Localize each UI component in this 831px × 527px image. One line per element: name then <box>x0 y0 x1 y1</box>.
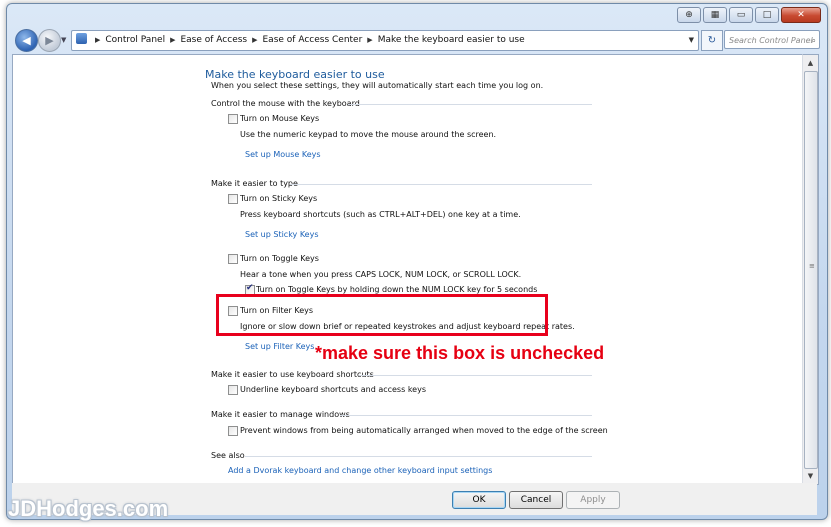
close-icon[interactable]: ✕ <box>781 7 821 23</box>
prevent-arrange-label[interactable]: Prevent windows from being automatically… <box>240 426 608 435</box>
set-up-filter-keys-link[interactable]: Set up Filter Keys <box>245 342 314 351</box>
section-heading-mouse: Control the mouse with the keyboard <box>211 99 360 108</box>
breadcrumb-chevron-icon: ▶ <box>170 36 176 44</box>
section-divider <box>340 415 592 416</box>
history-dropdown-icon[interactable]: ▼ <box>61 36 66 44</box>
breadcrumb-control-panel[interactable]: Control Panel <box>105 35 165 45</box>
maximize-icon[interactable]: □ <box>755 7 779 23</box>
navigation-bar: ◀ ▶ ▼ ▶ Control Panel ▶ Ease of Access ▶ Ease… <box>11 28 823 54</box>
help-icon[interactable]: ⊕ <box>677 7 701 23</box>
toggle-keys-hold-label[interactable]: Turn on Toggle Keys by holding down the … <box>256 285 537 294</box>
annotation-highlight-box <box>216 294 548 336</box>
underline-shortcuts-label[interactable]: Underline keyboard shortcuts and access … <box>240 385 426 394</box>
back-button[interactable]: ◀ <box>15 29 38 52</box>
underline-shortcuts-checkbox[interactable] <box>228 385 238 395</box>
ok-button[interactable]: OK <box>452 491 506 509</box>
search-placeholder: Search Control Panel <box>729 36 813 45</box>
sticky-keys-checkbox[interactable] <box>228 194 238 204</box>
section-divider <box>290 184 592 185</box>
section-heading-windows: Make it easier to manage windows <box>211 410 350 419</box>
address-dropdown-icon[interactable]: ▼ <box>689 31 694 50</box>
sticky-keys-description: Press keyboard shortcuts (such as CTRL+A… <box>240 210 521 219</box>
keyboard-icon[interactable]: ▦ <box>703 7 727 23</box>
page-title: Make the keyboard easier to use <box>205 68 385 81</box>
mouse-keys-checkbox[interactable] <box>228 114 238 124</box>
set-up-mouse-keys-link[interactable]: Set up Mouse Keys <box>245 150 321 159</box>
sticky-keys-label[interactable]: Turn on Sticky Keys <box>240 194 317 203</box>
mouse-keys-description: Use the numeric keypad to move the mouse… <box>240 130 497 139</box>
breadcrumb-current-page[interactable]: Make the keyboard easier to use <box>378 35 525 45</box>
breadcrumb-chevron-icon: ▶ <box>95 36 101 44</box>
toggle-keys-checkbox[interactable] <box>228 254 238 264</box>
section-heading-see-also: See also <box>211 451 245 460</box>
breadcrumb-chevron-icon: ▶ <box>367 36 373 44</box>
apply-button[interactable]: Apply <box>566 491 620 509</box>
breadcrumb-ease-of-access[interactable]: Ease of Access <box>180 35 247 45</box>
cancel-button[interactable]: Cancel <box>509 491 563 509</box>
section-divider <box>348 104 592 105</box>
grip-icon: ≡ <box>809 262 815 270</box>
section-divider <box>245 456 592 457</box>
search-icon[interactable]: ⌕ <box>812 31 816 50</box>
set-up-sticky-keys-link[interactable]: Set up Sticky Keys <box>245 230 319 239</box>
mouse-keys-label[interactable]: Turn on Mouse Keys <box>240 114 319 123</box>
title-bar: ⊕ ▦ ▭ □ ✕ <box>7 4 827 28</box>
scrollbar-thumb[interactable]: ≡ <box>804 71 818 469</box>
control-panel-icon <box>76 33 87 44</box>
breadcrumb-ease-of-access-center[interactable]: Ease of Access Center <box>263 35 363 45</box>
annotation-text: *make sure this box is unchecked <box>315 343 605 363</box>
section-heading-type: Make it easier to type <box>211 179 298 188</box>
toggle-keys-description: Hear a tone when you press CAPS LOCK, NU… <box>240 270 522 279</box>
breadcrumb-chevron-icon: ▶ <box>252 36 258 44</box>
section-divider <box>359 375 592 376</box>
caption-buttons: ⊕ ▦ ▭ □ ✕ <box>677 7 821 23</box>
watermark: JDHodges.com <box>8 496 169 521</box>
dvorak-keyboard-link[interactable]: Add a Dvorak keyboard and change other k… <box>228 466 492 475</box>
search-input[interactable]: Search Control Panel ⌕ <box>724 30 820 49</box>
page-subtitle: When you select these settings, they wil… <box>211 81 544 90</box>
forward-button[interactable]: ▶ <box>38 29 61 52</box>
toggle-keys-label[interactable]: Turn on Toggle Keys <box>240 254 319 263</box>
refresh-icon[interactable]: ↻ <box>701 30 723 51</box>
scroll-down-icon[interactable]: ▼ <box>803 469 818 483</box>
address-bar[interactable]: ▶ Control Panel ▶ Ease of Access ▶ Ease of Ac… <box>71 30 699 51</box>
minimize-icon[interactable]: ▭ <box>729 7 753 23</box>
scroll-up-icon[interactable]: ▲ <box>803 56 818 70</box>
section-heading-shortcuts: Make it easier to use keyboard shortcuts <box>211 370 374 379</box>
vertical-scrollbar[interactable]: ▲ ≡ ▼ <box>802 54 819 485</box>
prevent-arrange-checkbox[interactable] <box>228 426 238 436</box>
